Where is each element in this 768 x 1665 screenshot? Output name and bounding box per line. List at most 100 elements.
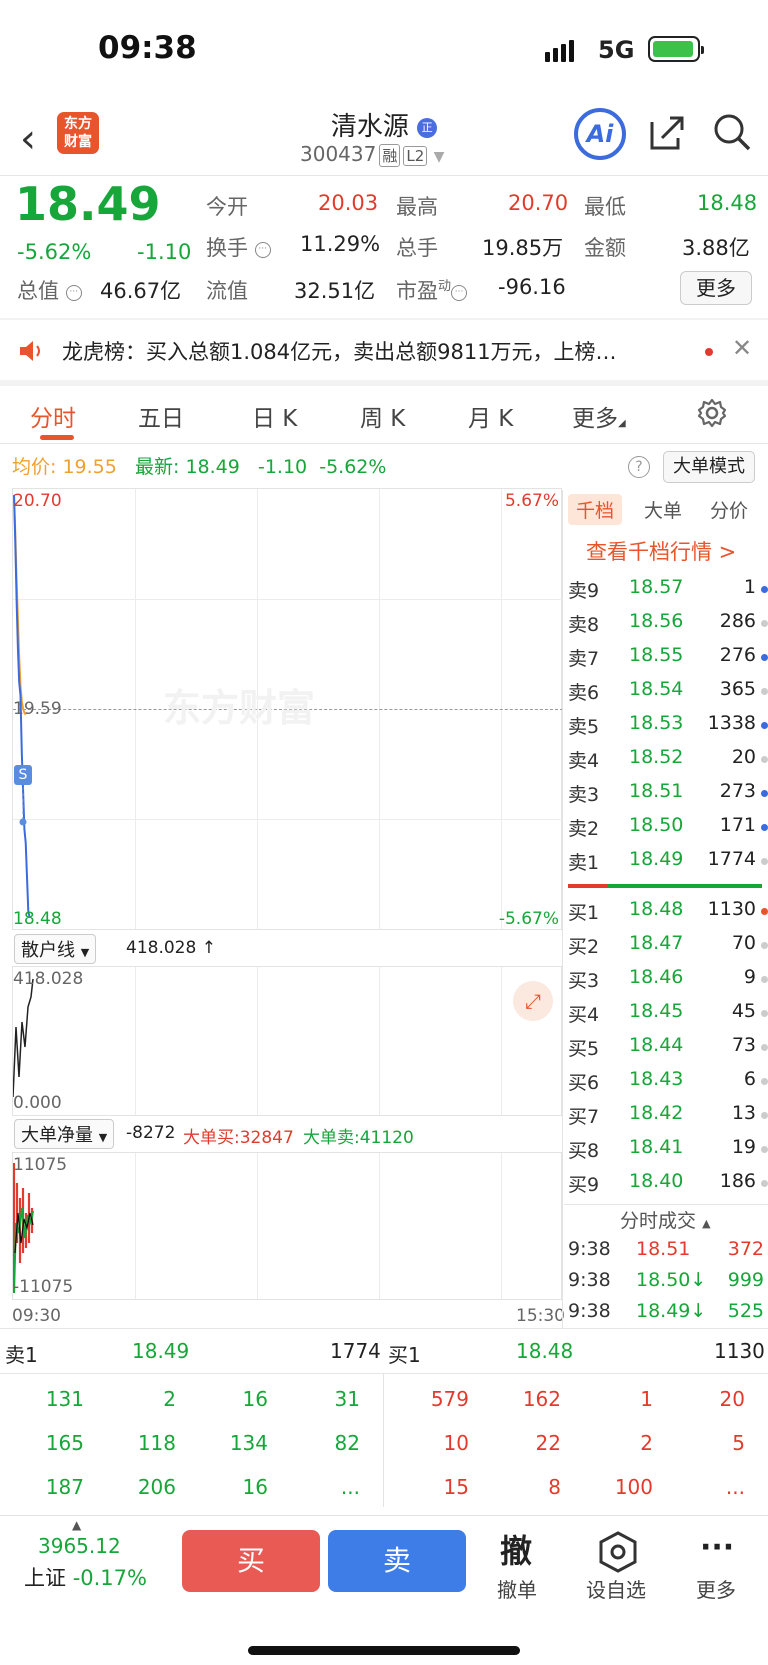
close-icon[interactable]: ✕ — [732, 334, 752, 362]
info-icon[interactable]: ··· — [451, 285, 468, 301]
period-tabs: 分时 五日 日 K 周 K 月 K 更多◢ — [0, 385, 768, 443]
queue-cell: 162 — [522, 1387, 561, 1411]
order-book: 千档 大单 分价 查看千档行情 > 卖9 18.57 1 卖8 18.56 286 卖7 18… — [564, 490, 768, 1325]
margin-tag: 融 — [379, 144, 401, 167]
order-volume: 1338 — [707, 712, 756, 734]
signal-point — [19, 818, 27, 826]
notice-bar[interactable]: 龙虎榜：买入总额1.084亿元，卖出总额9811万元，上榜… ✕ — [0, 320, 768, 380]
change-pct: -5.62% — [17, 240, 92, 264]
order-volume: 186 — [719, 1170, 756, 1192]
add-watchlist-button[interactable]: 设自选 — [586, 1574, 646, 1603]
order-dot-icon — [761, 858, 768, 865]
expand-icon[interactable]: ⤢ — [513, 981, 553, 1021]
tab-intraday[interactable]: 分时 — [30, 399, 76, 433]
tab-5day[interactable]: 五日 — [138, 399, 184, 433]
order-dot-icon — [761, 688, 768, 695]
more-icon[interactable]: ··· — [700, 1530, 734, 1565]
bid-bar — [608, 884, 762, 888]
tab-week-k[interactable]: 周 K — [360, 399, 405, 433]
open-value: 20.03 — [318, 191, 379, 215]
order-row: 卖7 18.55 276 — [564, 640, 768, 674]
chevron-down-icon: ▼ — [433, 149, 445, 165]
order-volume: 286 — [719, 610, 756, 632]
order-row: 卖2 18.50 171 — [564, 810, 768, 844]
sell-signal-marker[interactable]: S — [14, 765, 32, 785]
stock-name: 清水源 — [330, 112, 409, 142]
order-row: 买6 18.43 6 — [564, 1064, 768, 1098]
pe-value: -96.16 — [498, 275, 566, 299]
order-book-tabs: 千档 大单 分价 — [564, 490, 768, 528]
retail-line-chart: 418.028 0.000 ⤢ — [12, 966, 562, 1116]
share-icon[interactable] — [648, 112, 688, 152]
depth-link[interactable]: 查看千档行情 > — [586, 536, 736, 566]
order-price: 18.45 — [629, 1000, 684, 1022]
queue-cell: 22 — [535, 1431, 561, 1455]
latest-change: -1.10 — [257, 456, 308, 478]
index-line[interactable]: 上证 -0.17% — [24, 1562, 147, 1592]
index-value[interactable]: 3965.12 — [38, 1534, 121, 1558]
order-dot-icon — [761, 722, 768, 729]
queue-cell: 20 — [719, 1387, 745, 1411]
y-mid-label: 19.59 — [13, 699, 62, 719]
info-icon[interactable]: ··· — [65, 285, 82, 301]
help-icon[interactable]: ? — [628, 456, 650, 478]
level-tag: L2 — [403, 146, 428, 166]
info-icon[interactable]: ··· — [254, 242, 271, 258]
big-order-mode-button[interactable]: 大单模式 — [663, 451, 755, 483]
more-quote-button[interactable]: 更多 — [680, 271, 752, 305]
queue-cell: 10 — [443, 1431, 469, 1455]
retail-line-value: 418.028 ↑ — [126, 938, 216, 958]
tab-day-k[interactable]: 日 K — [252, 399, 297, 433]
low-label: 最低 — [584, 195, 626, 219]
sell1-label: 卖1 — [5, 1343, 38, 1367]
cancel-icon[interactable]: 撤 — [500, 1526, 532, 1572]
time-end-label: 15:30 — [516, 1306, 565, 1326]
order-row: 买5 18.44 73 — [564, 1030, 768, 1064]
status-bar: 09:38 5G — [0, 0, 768, 100]
order-price: 18.40 — [629, 1170, 684, 1192]
ai-button[interactable]: Ai — [574, 108, 626, 160]
stock-code-line[interactable]: 300437 融 L2 ▼ — [300, 142, 444, 167]
y-low-label: 18.48 — [13, 909, 62, 929]
order-level: 卖5 — [568, 716, 600, 738]
order-volume: 9 — [743, 966, 756, 988]
buy-button[interactable]: 买 — [182, 1530, 320, 1592]
tab-price-dist[interactable]: 分价 — [702, 494, 756, 525]
time-start-label: 09:30 — [12, 1306, 61, 1326]
pct-high-label: 5.67% — [504, 491, 559, 511]
trade-list: 9:38 18.51 372 9:38 18.50↓ 999 9:38 18.49↓ 525 — [564, 1234, 768, 1330]
order-level: 买6 — [568, 1072, 600, 1094]
tab-more[interactable]: 更多◢ — [572, 399, 626, 433]
stock-header: ‹ 东方 财富 清水源 正 300437 融 L2 ▼ Ai — [0, 100, 768, 175]
cancel-order-button[interactable]: 撤单 — [497, 1574, 537, 1603]
y-high-label: 20.70 — [13, 491, 62, 511]
amount-value: 3.88亿 — [682, 236, 750, 260]
trade-row: 9:38 18.50↓ 999 — [564, 1265, 768, 1299]
order-level: 买7 — [568, 1106, 600, 1128]
tab-big-order[interactable]: 大单 — [636, 494, 690, 525]
tab-depth[interactable]: 千档 — [568, 494, 623, 525]
trades-title[interactable]: 分时成交 ▲ — [620, 1206, 711, 1233]
order-price: 18.43 — [629, 1068, 684, 1090]
order-price: 18.52 — [629, 746, 684, 768]
order-dot-icon — [761, 976, 768, 983]
queue-cell: 5 — [732, 1431, 745, 1455]
sell1-vol: 1774 — [330, 1339, 381, 1363]
sell-button[interactable]: 卖 — [328, 1530, 466, 1592]
intraday-chart[interactable]: 东方财富 20.70 19.59 18.48 5.67% -5.67% S — [12, 488, 563, 930]
order-level: 买4 — [568, 1004, 600, 1026]
search-icon[interactable] — [712, 112, 752, 152]
more-button[interactable]: 更多 — [696, 1574, 736, 1603]
order-price: 18.55 — [629, 644, 684, 666]
tab-month-k[interactable]: 月 K — [468, 399, 513, 433]
order-level: 买3 — [568, 970, 600, 992]
trade-time: 9:38 — [568, 1269, 611, 1291]
big-order-select[interactable]: 大单净量 ▼ — [14, 1119, 115, 1149]
mktcap-label: 总值 ··· — [17, 275, 82, 305]
retail-line-select[interactable]: 散户线 ▼ — [14, 934, 97, 964]
order-level: 卖7 — [568, 648, 600, 670]
gear-icon[interactable] — [696, 397, 728, 429]
order-dot-icon — [761, 1078, 768, 1085]
order-level: 买5 — [568, 1038, 600, 1060]
watchlist-icon[interactable] — [596, 1530, 640, 1574]
